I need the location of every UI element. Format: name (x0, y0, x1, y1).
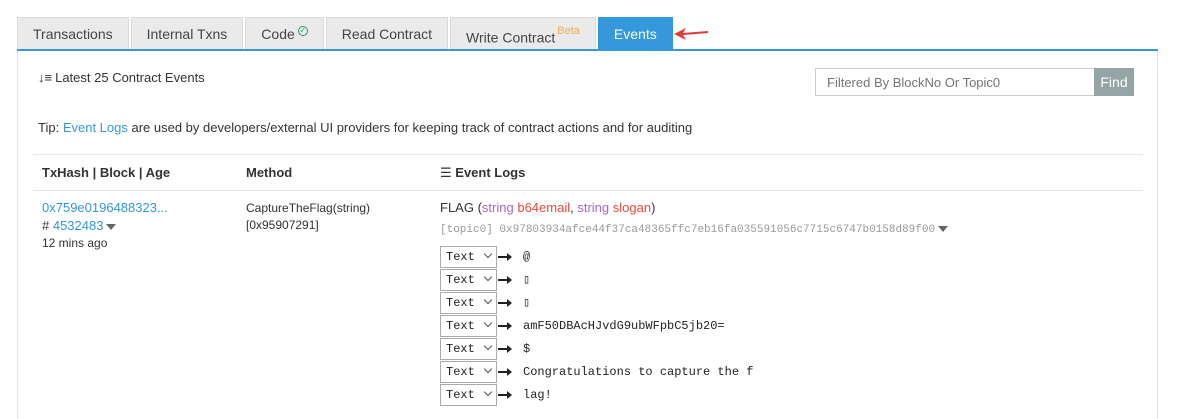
block-prefix: # (42, 218, 53, 233)
format-select-value: Text (446, 388, 475, 402)
tab-events[interactable]: Events (597, 17, 673, 50)
right-arrow-icon (498, 276, 512, 283)
event-signature: FLAG (string b64email, string slogan) (440, 200, 655, 215)
block-cell: # 4532483 (42, 218, 117, 233)
data-row: Text @ (440, 246, 840, 268)
chevron-down-icon (483, 249, 493, 259)
topic0-value: [topic0] 0x97803934afce44f37ca48365ffc7e… (440, 224, 936, 236)
format-select[interactable]: Text (440, 338, 497, 360)
data-value: Congratulations to capture the f (523, 365, 754, 379)
chevron-down-icon (483, 364, 493, 374)
topic0-text: [topic0] 0x97803934afce44f37ca48365ffc7e… (440, 224, 949, 236)
block-link[interactable]: 4532483 (53, 218, 104, 233)
data-row: Text ▯ (440, 292, 840, 314)
tip-prefix: Tip: (38, 120, 63, 135)
right-arrow-icon (498, 345, 512, 352)
filter-funnel-icon[interactable] (938, 226, 949, 233)
data-row: Text ▯ (440, 269, 840, 291)
tab-write-contract[interactable]: Write Contract Beta (450, 17, 596, 50)
tab-internal-txns-label: Internal Txns (146, 26, 228, 42)
tab-internal-txns[interactable]: Internal Txns (130, 17, 244, 50)
param-type: string (481, 200, 514, 215)
chevron-down-icon (483, 341, 493, 351)
chevron-down-icon (483, 272, 493, 282)
method-cell: CaptureTheFlag(string) [0x95907291] (246, 200, 370, 234)
tab-bar: Transactions Internal Txns Code ✓ Read Co… (17, 17, 675, 50)
right-arrow-icon (498, 322, 512, 329)
tab-code-label: Code (261, 26, 295, 42)
tab-events-label: Events (613, 26, 657, 42)
right-arrow-icon (498, 368, 512, 375)
data-value: ▯ (523, 273, 531, 287)
tab-read-contract[interactable]: Read Contract (325, 17, 449, 50)
format-select-value: Text (446, 296, 475, 310)
filter-input[interactable] (815, 68, 1095, 96)
latest-events-label: ↓≡ Latest 25 Contract Events (38, 70, 205, 85)
tab-code[interactable]: Code ✓ (245, 17, 324, 50)
right-arrow-icon (498, 391, 512, 398)
chevron-down-icon (483, 318, 493, 328)
event-logs-header-label: Event Logs (455, 165, 526, 180)
format-select[interactable]: Text (440, 246, 497, 268)
tab-write-contract-label: Write Contract (466, 29, 556, 46)
format-select[interactable]: Text (440, 292, 497, 314)
format-select[interactable]: Text (440, 315, 497, 337)
data-row: Text amF50DBAcHJvdG9ubWFpbC5jb20= (440, 315, 840, 337)
param-name: slogan (612, 200, 652, 215)
data-value: ▯ (523, 296, 531, 310)
tab-transactions-label: Transactions (33, 26, 113, 42)
event-open-paren: ( (473, 200, 482, 215)
data-value: $ (523, 342, 531, 356)
tab-read-contract-label: Read Contract (341, 26, 433, 42)
tip-text: Tip: Event Logs are used by developers/e… (38, 120, 692, 135)
filter-funnel-icon[interactable] (106, 223, 117, 230)
event-logs-link[interactable]: Event Logs (63, 120, 128, 135)
data-row: Text Congratulations to capture the f (440, 361, 840, 383)
red-arrow-annotation-icon (674, 28, 708, 40)
data-value: @ (523, 250, 531, 264)
sort-desc-icon: ↓≡ (38, 70, 53, 85)
param-type: string (577, 200, 610, 215)
method-name: CaptureTheFlag(string) (246, 201, 371, 215)
column-header-txhash: TxHash | Block | Age (42, 165, 171, 180)
txhash-link[interactable]: 0x759e0196488323... (42, 200, 168, 215)
format-select[interactable]: Text (440, 384, 497, 406)
event-name: FLAG (440, 200, 474, 215)
age-text: 12 mins ago (42, 236, 108, 250)
data-row: Text lag! (440, 384, 840, 406)
tip-suffix: are used by developers/external UI provi… (127, 120, 693, 135)
data-value: amF50DBAcHJvdG9ubWFpbC5jb20= (523, 319, 725, 333)
chevron-down-icon (483, 387, 493, 397)
right-arrow-icon (498, 299, 512, 306)
beta-badge: Beta (557, 25, 580, 37)
column-header-method: Method (246, 165, 293, 180)
format-select-value: Text (446, 250, 475, 264)
event-close-paren: ) (651, 200, 656, 215)
divider (33, 190, 1143, 191)
data-row: Text $ (440, 338, 840, 360)
list-icon: ☰ (440, 165, 456, 180)
tab-transactions[interactable]: Transactions (17, 17, 129, 50)
latest-events-text: Latest 25 Contract Events (55, 70, 205, 85)
format-select-value: Text (446, 365, 475, 379)
format-select[interactable]: Text (440, 361, 497, 383)
right-arrow-icon (498, 253, 512, 260)
verified-check-icon: ✓ (297, 26, 308, 36)
format-select[interactable]: Text (440, 269, 497, 291)
format-select-value: Text (446, 342, 475, 356)
method-id: [0x95907291] (246, 218, 319, 232)
data-value: lag! (523, 388, 552, 402)
format-select-value: Text (446, 319, 475, 333)
chevron-down-icon (483, 295, 493, 305)
param-name: b64email (517, 200, 571, 215)
find-button[interactable]: Find (1094, 68, 1134, 96)
format-select-value: Text (446, 273, 475, 287)
column-header-event-logs: ☰ Event Logs (440, 165, 525, 181)
divider (33, 154, 1143, 155)
